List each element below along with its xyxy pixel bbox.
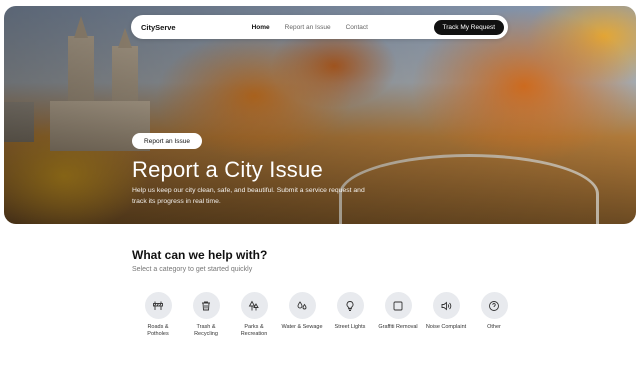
trees-icon — [248, 300, 259, 310]
category-parks[interactable]: Parks & Recreation — [230, 292, 278, 338]
section-title: What can we help with? — [132, 248, 268, 262]
lightbulb-icon — [346, 300, 354, 311]
nav-links: Home Report an Issue Contact — [252, 24, 368, 31]
speaker-icon — [441, 301, 452, 310]
droplets-icon — [297, 300, 307, 309]
category-label: Noise Complaint — [425, 324, 467, 330]
category-label: Roads & — [147, 324, 169, 330]
category-label: Recreation — [240, 331, 268, 337]
category-label: Street Lights — [334, 324, 366, 330]
category-label: Recycling — [194, 331, 218, 337]
category-label: Graffiti Removal — [378, 324, 418, 330]
nav-link-contact[interactable]: Contact — [346, 24, 368, 31]
category-label: Other — [487, 324, 501, 330]
nav-link-home[interactable]: Home — [252, 24, 270, 31]
section-subtitle: Select a category to get started quickly — [132, 266, 253, 273]
category-street-lights[interactable]: Street Lights — [326, 292, 374, 338]
category-roads[interactable]: Roads & Potholes — [134, 292, 182, 338]
category-list: Roads & Potholes Trash & Recycling Parks &… — [134, 292, 518, 338]
category-water[interactable]: Water & Sewage — [278, 292, 326, 338]
question-circle-icon — [489, 300, 499, 311]
category-label: Water & Sewage — [281, 324, 323, 330]
category-trash[interactable]: Trash & Recycling — [182, 292, 230, 338]
track-request-button[interactable]: Track My Request — [433, 19, 504, 35]
top-navbar: CityServe Home Report an Issue Contact T… — [131, 15, 508, 39]
category-label: Trash & — [196, 324, 216, 330]
brand-logo[interactable]: CityServe — [141, 23, 176, 32]
category-label: Parks & — [244, 324, 264, 330]
category-label: Potholes — [147, 331, 169, 337]
hero-title: Report a City Issue — [132, 157, 323, 182]
road-barrier-icon — [153, 301, 163, 310]
square-icon — [393, 301, 403, 310]
nav-link-report[interactable]: Report an Issue — [285, 24, 331, 31]
trash-icon — [202, 301, 210, 310]
category-other[interactable]: Other — [470, 292, 518, 338]
category-noise[interactable]: Noise Complaint — [422, 292, 470, 338]
report-issue-button[interactable]: Report an Issue — [132, 133, 202, 149]
hero-subtitle: Help us keep our city clean, safe, and b… — [132, 187, 365, 205]
category-graffiti[interactable]: Graffiti Removal — [374, 292, 422, 338]
